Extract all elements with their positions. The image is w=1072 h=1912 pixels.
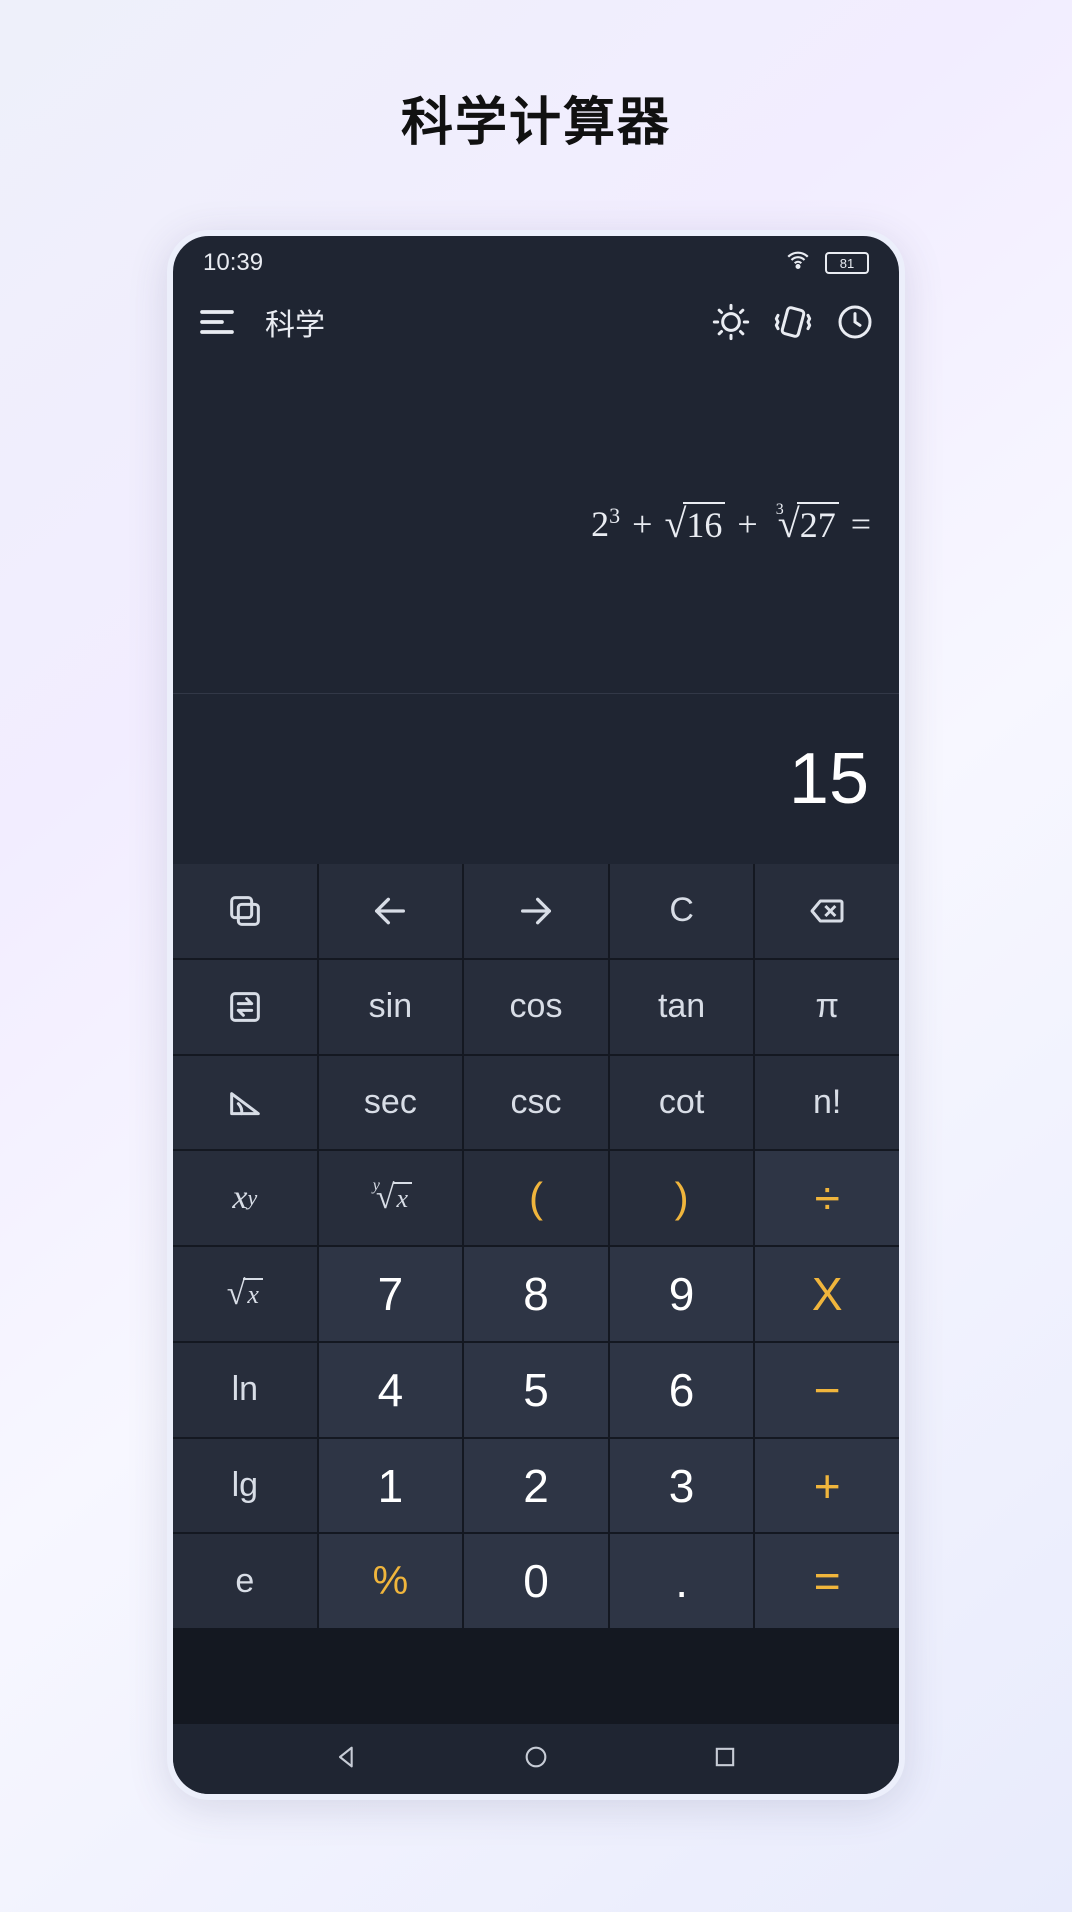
yroot-button[interactable]: y√x [319,1151,463,1245]
expr-rad3-idx: 3 [776,501,784,519]
add-button[interactable]: + [755,1439,899,1533]
expression: 23 + √16 + 3√27 = [591,500,871,547]
app-header: 科学 [173,290,899,354]
percent-button[interactable]: % [319,1534,463,1628]
divide-button[interactable]: ÷ [755,1151,899,1245]
pi-button[interactable]: π [755,960,899,1054]
digit-1-button[interactable]: 1 [319,1439,463,1533]
e-button[interactable]: e [173,1534,317,1628]
tan-button[interactable]: tan [610,960,754,1054]
nav-home-icon[interactable] [522,1743,550,1776]
phone-frame: 10:39 81 科学 [167,230,905,1800]
expr-exp1: 3 [609,503,620,528]
expr-plus1: + [632,503,652,545]
digit-8-button[interactable]: 8 [464,1247,608,1341]
digit-0-button[interactable]: 0 [464,1534,608,1628]
swap-button[interactable] [173,960,317,1054]
digit-7-button[interactable]: 7 [319,1247,463,1341]
digit-4-button[interactable]: 4 [319,1343,463,1437]
mode-title: 科学 [265,300,325,344]
backspace-button[interactable] [755,864,899,958]
rparen-button[interactable]: ) [610,1151,754,1245]
battery-level: 81 [840,256,854,271]
decimal-button[interactable]: . [610,1534,754,1628]
power-button[interactable]: xy [173,1151,317,1245]
ln-button[interactable]: ln [173,1343,317,1437]
power-base-label: x [232,1179,247,1217]
theme-icon[interactable] [711,302,751,342]
nav-back-icon[interactable] [333,1743,361,1776]
expr-rad2-arg: 16 [683,502,725,546]
power-exp-label: y [247,1185,257,1211]
vibrate-icon[interactable] [773,302,813,342]
multiply-button[interactable]: X [755,1247,899,1341]
sec-button[interactable]: sec [319,1056,463,1150]
history-icon[interactable] [835,302,875,342]
angle-mode-button[interactable] [173,1056,317,1150]
yroot-idx-label: y [373,1177,380,1195]
menu-icon[interactable] [197,302,237,342]
subtract-button[interactable]: − [755,1343,899,1437]
cot-button[interactable]: cot [610,1056,754,1150]
lg-button[interactable]: lg [173,1439,317,1533]
digit-3-button[interactable]: 3 [610,1439,754,1533]
clear-button[interactable]: C [610,864,754,958]
cos-button[interactable]: cos [464,960,608,1054]
digit-5-button[interactable]: 5 [464,1343,608,1437]
nav-recent-icon[interactable] [711,1743,739,1776]
expr-base1: 2 [591,504,609,544]
sqrt-arg-label: x [243,1278,263,1310]
csc-button[interactable]: csc [464,1056,608,1150]
digit-2-button[interactable]: 2 [464,1439,608,1533]
expr-plus2: + [737,503,757,545]
lparen-button[interactable]: ( [464,1151,608,1245]
expr-rad3-arg: 27 [797,502,839,546]
expr-eq: = [851,503,871,545]
page-title: 科学计算器 [401,80,671,155]
system-nav-bar [173,1724,899,1794]
sin-button[interactable]: sin [319,960,463,1054]
cursor-left-button[interactable] [319,864,463,958]
sqrt-button[interactable]: √x [173,1247,317,1341]
digit-6-button[interactable]: 6 [610,1343,754,1437]
yroot-arg-label: x [393,1182,413,1214]
expression-display[interactable]: 23 + √16 + 3√27 = [173,354,899,694]
result-display: 15 [173,694,899,864]
cursor-right-button[interactable] [464,864,608,958]
status-time: 10:39 [203,249,263,277]
keypad: C sin cos tan π sec csc cot n! xy y√x ( … [173,864,899,1724]
equals-button[interactable]: = [755,1534,899,1628]
wifi-icon [785,247,811,280]
battery-icon: 81 [825,252,869,274]
factorial-button[interactable]: n! [755,1056,899,1150]
result-value: 15 [789,738,869,820]
copy-button[interactable] [173,864,317,958]
digit-9-button[interactable]: 9 [610,1247,754,1341]
status-bar: 10:39 81 [173,236,899,290]
